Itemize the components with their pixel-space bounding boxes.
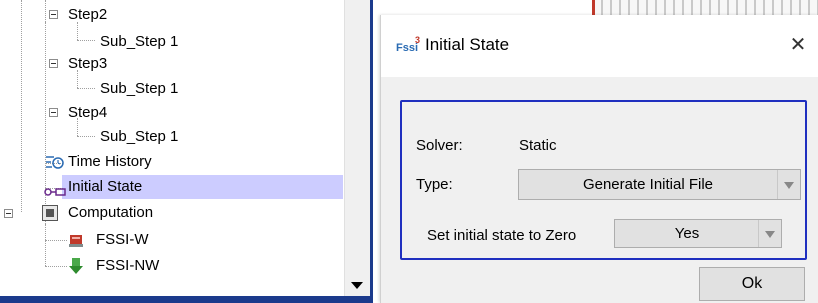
- tree-item-fssi-nw[interactable]: FSSI-NW: [0, 255, 340, 277]
- tree-item-step4[interactable]: Step4: [0, 102, 340, 124]
- tree-item-initial-state[interactable]: Initial State: [0, 176, 340, 198]
- initial-state-dialog: Fssi 3 Initial State ✕ Solver: Static Ty…: [380, 15, 818, 303]
- close-button[interactable]: ✕: [785, 31, 811, 59]
- zero-state-dropdown-value: Yes: [674, 225, 700, 242]
- app-logo-superscript: 3: [415, 35, 421, 45]
- tree-item-label: FSSI-W: [96, 231, 149, 248]
- tree-item-label: Step3: [68, 55, 108, 72]
- tree-item-label: Time History: [68, 153, 152, 170]
- tree-item-fssi-w[interactable]: FSSI-W: [0, 229, 340, 251]
- type-dropdown-value: Generate Initial File: [582, 176, 714, 193]
- solver-value: Static: [519, 137, 557, 154]
- tree-item-step2[interactable]: Step2: [0, 4, 340, 26]
- panel-divider[interactable]: [370, 0, 373, 303]
- collapse-toggle-icon[interactable]: [49, 10, 58, 19]
- fssi-nw-icon: [68, 257, 84, 275]
- tree-item-computation[interactable]: Computation: [0, 202, 340, 224]
- initial-state-icon: [44, 182, 66, 196]
- tree-item-time-history[interactable]: Time History: [0, 151, 340, 173]
- collapse-toggle-icon[interactable]: [49, 59, 58, 68]
- ok-button[interactable]: Ok: [699, 267, 805, 301]
- zero-state-dropdown[interactable]: Yes: [614, 219, 782, 248]
- collapse-toggle-icon[interactable]: [4, 209, 13, 218]
- tree-item-label: FSSI-NW: [96, 257, 160, 274]
- tree-item-label: Sub_Step 1: [100, 128, 179, 145]
- tree-item-label: Computation: [68, 204, 154, 221]
- fssi-w-icon: [68, 232, 84, 248]
- type-label: Type:: [416, 176, 453, 193]
- tree-item-step3[interactable]: Step3: [0, 53, 340, 75]
- computation-icon: [42, 205, 58, 221]
- type-dropdown[interactable]: Generate Initial File: [518, 169, 801, 200]
- tree-item-step2-substep1[interactable]: Sub_Step 1: [0, 31, 340, 53]
- tree-item-label: Step2: [68, 6, 108, 23]
- chevron-down-icon[interactable]: [777, 170, 800, 199]
- close-icon: ✕: [789, 34, 807, 56]
- tree-item-label: Sub_Step 1: [100, 33, 179, 50]
- app-logo-icon: Fssi 3: [396, 35, 422, 56]
- settings-group-box: Solver: Static Type: Generate Initial Fi…: [400, 100, 807, 260]
- tree-vertical-scrollbar[interactable]: [344, 0, 371, 303]
- tree-item-label: Sub_Step 1: [100, 80, 179, 97]
- time-history-icon: [46, 154, 64, 170]
- tree-bottom-border: [0, 296, 372, 303]
- zero-state-label: Set initial state to Zero: [427, 227, 577, 244]
- background-grid-edge: [592, 0, 595, 16]
- dialog-title: Initial State: [425, 35, 510, 54]
- tree-item-step4-substep1[interactable]: Sub_Step 1: [0, 126, 340, 148]
- tree-item-label: Step4: [68, 104, 108, 121]
- tree-item-step3-substep1[interactable]: Sub_Step 1: [0, 78, 340, 100]
- chevron-down-icon[interactable]: [758, 220, 781, 247]
- dialog-titlebar[interactable]: Fssi 3 Initial State ✕: [381, 15, 818, 77]
- tree-item-label: Initial State: [68, 178, 143, 195]
- collapse-toggle-icon[interactable]: [49, 108, 58, 117]
- project-tree[interactable]: Step2 Sub_Step 1 Step3 Sub_Step 1 Step4 …: [0, 0, 372, 303]
- solver-label: Solver:: [416, 137, 463, 154]
- scroll-down-arrow-icon[interactable]: [351, 282, 363, 289]
